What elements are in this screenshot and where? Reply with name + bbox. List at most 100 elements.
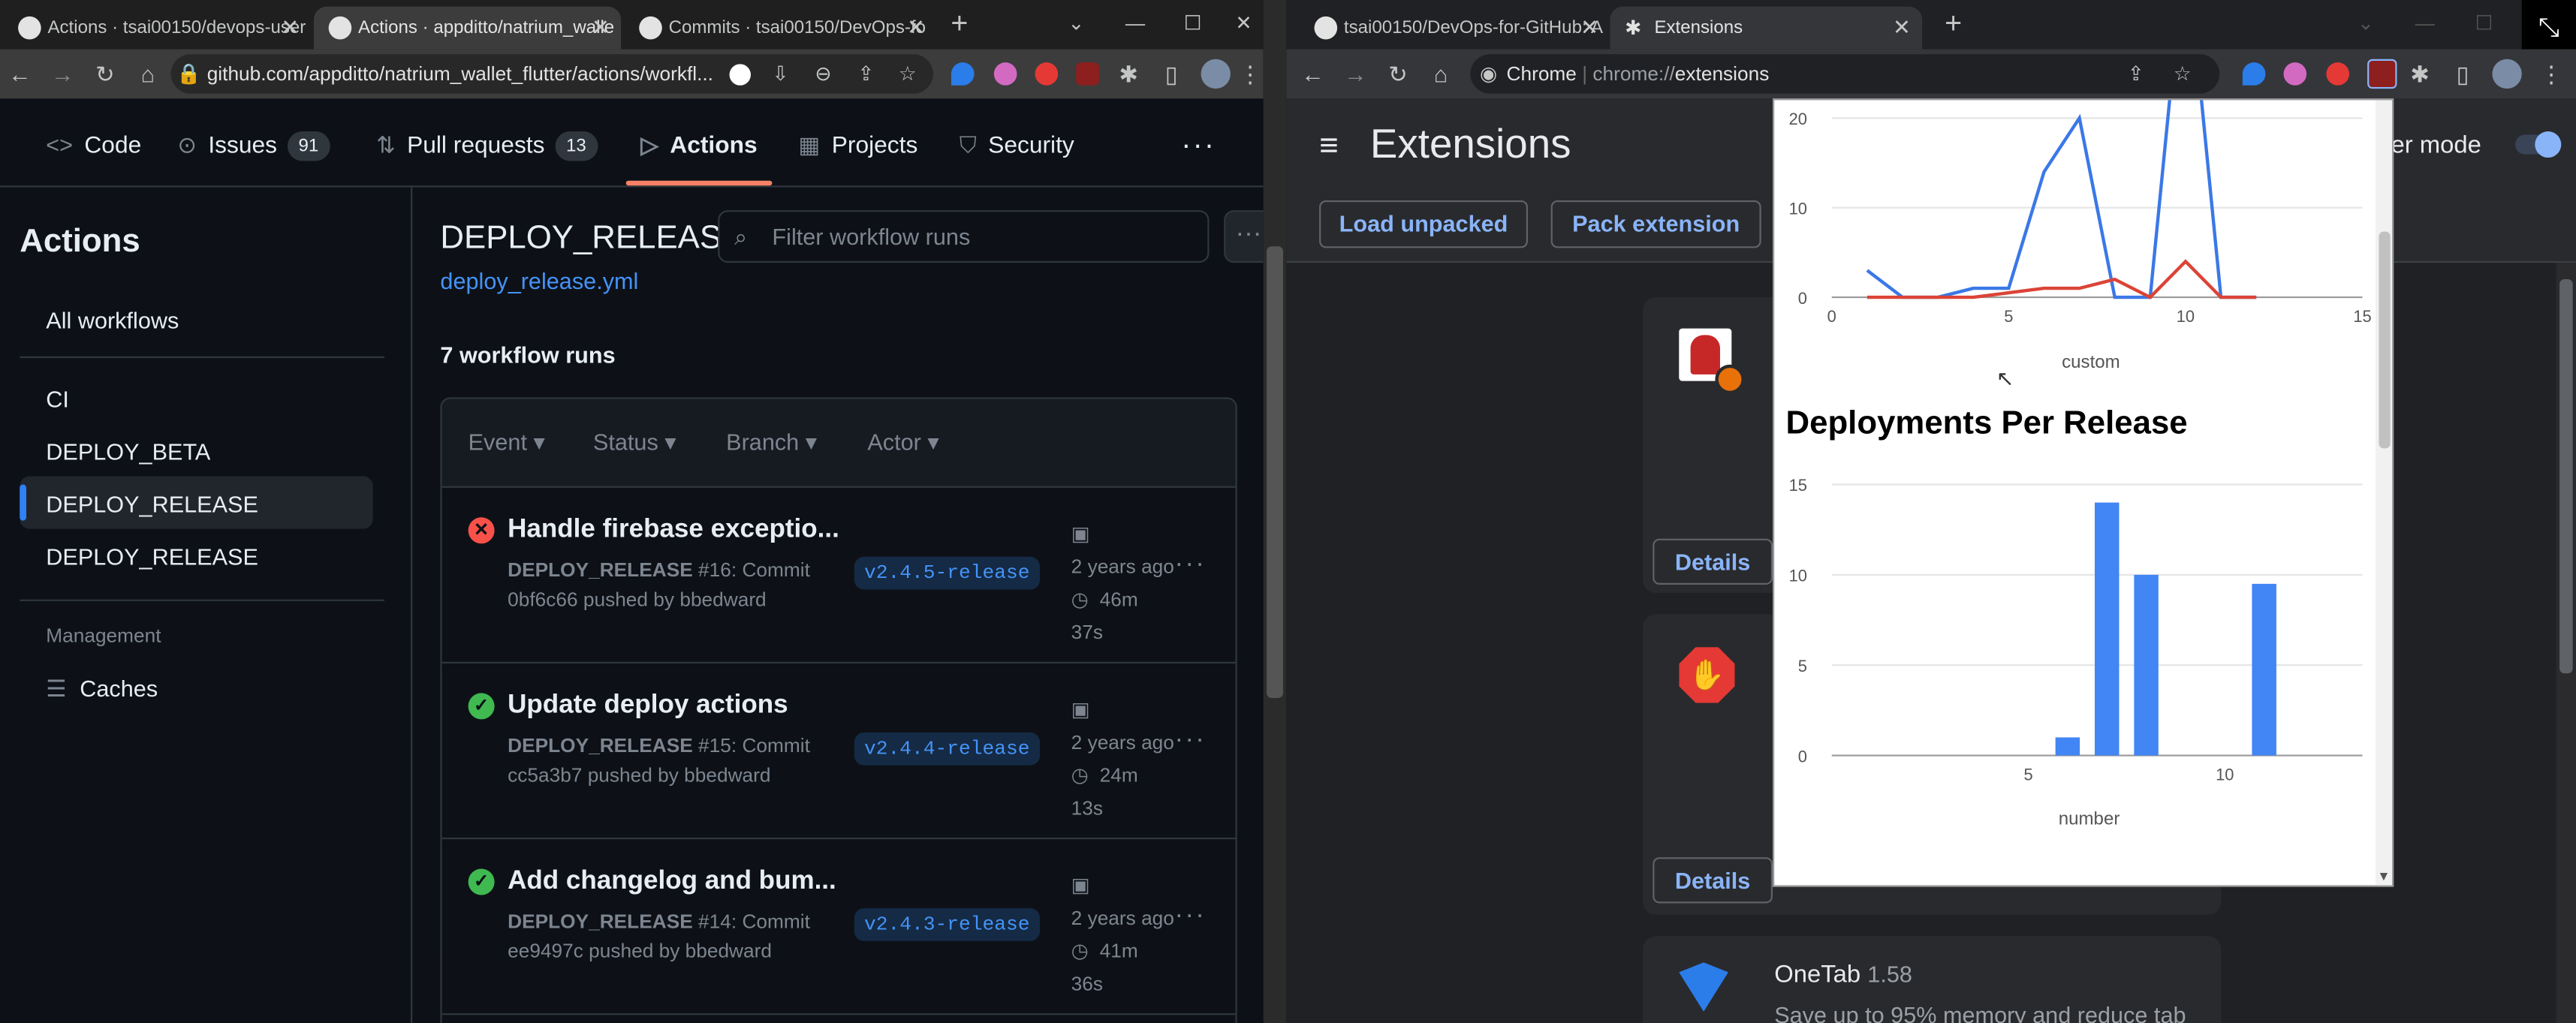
close-icon[interactable]: ✕: [1580, 7, 1598, 50]
back-icon[interactable]: ←: [1296, 50, 1329, 99]
back-icon[interactable]: ←: [3, 50, 36, 99]
sidebar-item-ci[interactable]: CI: [46, 386, 69, 412]
browser-tab[interactable]: Actions · tsai00150/devops-user ✕: [3, 7, 310, 50]
developer-mode-toggle[interactable]: [2515, 131, 2562, 158]
tab-code[interactable]: <> Code: [46, 98, 141, 187]
run-menu-icon[interactable]: ···: [1175, 550, 1207, 579]
workflow-file-link[interactable]: deploy_release.yml: [440, 268, 638, 294]
share-icon[interactable]: ⇪: [2128, 54, 2144, 94]
side-panel-icon[interactable]: ▯: [1155, 50, 1188, 99]
close-icon[interactable]: ✕: [592, 7, 610, 50]
scrollbar-thumb[interactable]: [2559, 278, 2573, 674]
devops-extension-icon[interactable]: [2367, 59, 2397, 89]
browser-tab[interactable]: tsai00150/DevOps-for-GitHub: A ✕: [1300, 7, 1610, 50]
bookmark-star-icon[interactable]: ☆: [899, 54, 917, 94]
calendar-icon: ▣: [1071, 697, 1090, 721]
table-row[interactable]: ✓ Update deploy actions DEPLOY_RELEASE #…: [441, 663, 1236, 840]
run-menu-icon[interactable]: ···: [1175, 901, 1207, 931]
browser-tab[interactable]: Actions · appditto/natrium_walle ✕: [313, 6, 622, 50]
forward-icon[interactable]: →: [46, 50, 79, 99]
side-panel-icon[interactable]: ▯: [2446, 50, 2479, 99]
tab-search-icon[interactable]: ⌄: [2338, 0, 2394, 50]
branch-badge[interactable]: v2.4.4-release: [854, 732, 1040, 766]
sidebar-item-deploy-release[interactable]: DEPLOY_RELEASE: [46, 543, 258, 570]
close-icon[interactable]: ✕: [907, 7, 925, 50]
home-icon[interactable]: ⌂: [131, 50, 164, 99]
reload-icon[interactable]: ↻: [1381, 50, 1415, 99]
pack-extension-button[interactable]: Pack extension: [1550, 200, 1761, 248]
minimize-icon[interactable]: —: [2397, 0, 2452, 50]
more-icon[interactable]: ···: [1181, 98, 1216, 187]
maximize-icon[interactable]: ☐: [1164, 0, 1220, 50]
event-filter[interactable]: Event ▾: [469, 429, 545, 456]
new-tab-icon[interactable]: +: [1937, 0, 1970, 50]
actor-filter[interactable]: Actor ▾: [867, 429, 939, 456]
new-tab-icon[interactable]: +: [943, 0, 976, 50]
extensions-puzzle-icon[interactable]: ✱: [1112, 50, 1145, 99]
extensions-puzzle-icon[interactable]: ✱: [2403, 50, 2436, 99]
code-icon: <>: [46, 131, 74, 158]
sidebar-item-caches[interactable]: ☰ Caches: [46, 675, 158, 703]
adblock-extension-icon[interactable]: [1035, 62, 1059, 86]
scroll-down-icon[interactable]: ▼: [2377, 869, 2390, 884]
workflow-menu-button[interactable]: ···: [1224, 210, 1264, 263]
forward-icon[interactable]: →: [1339, 50, 1372, 99]
branch-filter[interactable]: Branch ▾: [726, 429, 817, 456]
onetab-extension-icon[interactable]: [2242, 62, 2266, 86]
devops-extension-icon[interactable]: [1076, 62, 1099, 86]
scrollbar-thumb[interactable]: [1267, 246, 1283, 698]
google-icon[interactable]: [729, 64, 751, 86]
branch-badge[interactable]: v2.4.5-release: [854, 556, 1040, 590]
status-filter[interactable]: Status ▾: [593, 429, 676, 456]
run-title[interactable]: Handle firebase exceptio...: [508, 516, 839, 545]
extension-icon[interactable]: [993, 62, 1017, 86]
tab-pull-requests[interactable]: ⇅ Pull requests 13: [376, 98, 598, 187]
bookmark-star-icon[interactable]: ☆: [2174, 54, 2192, 94]
tab-projects[interactable]: ▦ Projects: [798, 98, 917, 187]
tab-issues[interactable]: ⊙ Issues 91: [177, 98, 330, 187]
sidebar-item-all-workflows[interactable]: All workflows: [46, 307, 179, 333]
table-row[interactable]: ✓ Add changelog and bum... DEPLOY_RELEAS…: [441, 839, 1236, 1015]
zoom-icon[interactable]: ⊖: [815, 54, 831, 94]
sidebar-item-deploy-release[interactable]: DEPLOY_RELEASE: [46, 491, 258, 517]
menu-kebab-icon[interactable]: ⋮: [1239, 50, 1262, 99]
scrollbar-thumb[interactable]: [2379, 231, 2391, 449]
filter-workflow-runs-input[interactable]: ⌕ Filter workflow runs: [718, 210, 1210, 263]
popup-scrollbar[interactable]: ▼: [2376, 100, 2392, 886]
tab-actions[interactable]: ▷ Actions: [640, 98, 757, 187]
install-icon[interactable]: ⇩: [772, 54, 788, 94]
page-scrollbar[interactable]: [2556, 263, 2576, 1023]
onetab-extension-icon[interactable]: [951, 62, 975, 86]
details-button[interactable]: Details: [1653, 538, 1773, 585]
table-row[interactable]: ✕ Handle firebase exceptio... DEPLOY_REL…: [441, 488, 1236, 664]
sidebar-item-deploy-beta[interactable]: DEPLOY_BETA: [46, 438, 210, 465]
extension-icon[interactable]: [2283, 62, 2307, 86]
tab-search-icon[interactable]: ⌄: [1048, 0, 1104, 50]
browser-tab[interactable]: Commits · tsai00150/DevOps-fo ✕: [624, 7, 936, 50]
profile-avatar[interactable]: [1201, 59, 1231, 89]
maximize-icon[interactable]: ☐: [2456, 0, 2511, 50]
close-icon[interactable]: ✕: [281, 7, 299, 50]
close-window-icon[interactable]: ✕: [1224, 0, 1264, 50]
profile-avatar[interactable]: [2492, 59, 2522, 89]
hamburger-icon[interactable]: ≡: [1319, 128, 1339, 166]
run-title[interactable]: Add changelog and bum...: [508, 867, 836, 896]
tab-security[interactable]: ⛉ Security: [960, 98, 1074, 187]
scrollbar-divider[interactable]: [1263, 0, 1287, 1023]
chart2-title: Deployments Per Release: [1785, 405, 2188, 442]
address-bar[interactable]: ◉ Chrome | chrome://extensions ⇪ ☆: [1470, 54, 2220, 94]
reload-icon[interactable]: ↻: [89, 50, 122, 99]
close-icon[interactable]: ✕: [1893, 7, 1911, 50]
load-unpacked-button[interactable]: Load unpacked: [1319, 200, 1528, 248]
home-icon[interactable]: ⌂: [1424, 50, 1457, 99]
browser-tab[interactable]: ✱ Extensions ✕: [1610, 6, 1923, 50]
run-menu-icon[interactable]: ···: [1175, 726, 1207, 755]
address-bar[interactable]: 🔒 github.com/appditto/natrium_wallet_flut…: [170, 54, 933, 94]
minimize-icon[interactable]: —: [1107, 0, 1163, 50]
share-icon[interactable]: ⇪: [857, 54, 874, 94]
adblock-extension-icon[interactable]: [2326, 62, 2350, 86]
details-button[interactable]: Details: [1653, 857, 1773, 904]
run-title[interactable]: Update deploy actions: [508, 691, 788, 721]
branch-badge[interactable]: v2.4.3-release: [854, 908, 1040, 941]
menu-kebab-icon[interactable]: ⋮: [2535, 50, 2568, 99]
